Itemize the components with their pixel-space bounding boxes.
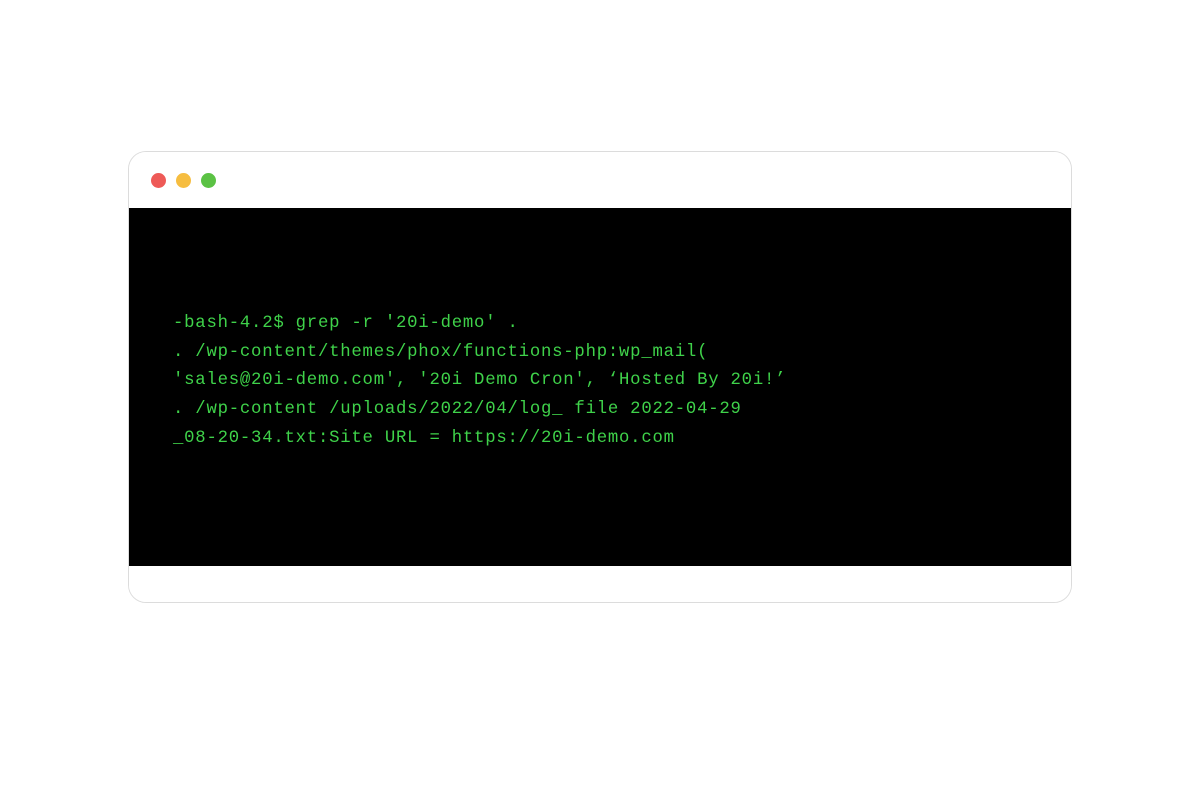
zoom-icon[interactable]	[201, 173, 216, 188]
terminal-body[interactable]: -bash-4.2$ grep -r '20i-demo' .. /wp-con…	[129, 208, 1071, 566]
terminal-window: -bash-4.2$ grep -r '20i-demo' .. /wp-con…	[128, 151, 1072, 603]
window-titlebar	[129, 152, 1071, 208]
terminal-line: _08-20-34.txt:Site URL = https://20i-dem…	[173, 425, 1071, 454]
minimize-icon[interactable]	[176, 173, 191, 188]
traffic-lights	[151, 173, 216, 188]
close-icon[interactable]	[151, 173, 166, 188]
terminal-line: 'sales@20i-demo.com', '20i Demo Cron', ‘…	[173, 367, 1071, 396]
terminal-line: -bash-4.2$ grep -r '20i-demo' .	[173, 310, 1071, 339]
terminal-line: . /wp-content /uploads/2022/04/log_ file…	[173, 396, 1071, 425]
window-footer	[129, 566, 1071, 603]
terminal-line: . /wp-content/themes/phox/functions-php:…	[173, 339, 1071, 368]
